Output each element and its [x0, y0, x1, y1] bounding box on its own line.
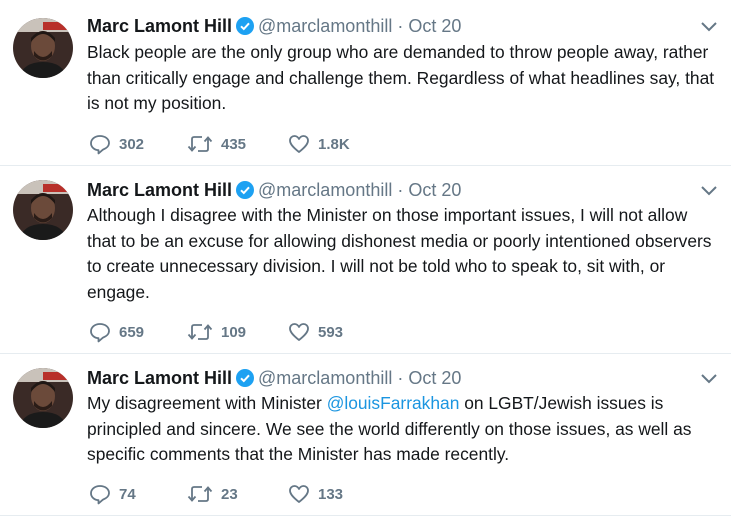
- author-name[interactable]: Marc Lamont Hill: [87, 16, 232, 36]
- tweet-timestamp[interactable]: Oct 20: [408, 16, 461, 36]
- retweet-count: 435: [221, 135, 247, 153]
- heart-icon: [288, 133, 310, 155]
- like-count: 133: [318, 485, 344, 503]
- retweet-icon: [187, 321, 213, 343]
- reply-icon: [89, 133, 111, 155]
- reply-button[interactable]: 302: [89, 133, 144, 155]
- tweet-text: Black people are the only group who are …: [87, 42, 715, 113]
- tweet-header: Marc Lamont Hill @marclamonthill · Oct 20: [87, 366, 461, 393]
- like-button[interactable]: 1.8K: [288, 133, 350, 155]
- like-count: 593: [318, 323, 344, 341]
- author-handle[interactable]: @marclamonthill: [258, 16, 392, 36]
- heart-icon: [288, 321, 310, 343]
- like-button[interactable]: 593: [288, 321, 343, 343]
- author-name[interactable]: Marc Lamont Hill: [87, 180, 232, 200]
- retweet-icon: [187, 133, 213, 155]
- retweet-button[interactable]: 435: [187, 133, 246, 155]
- tweet-timestamp[interactable]: Oct 20: [408, 368, 461, 388]
- tweet[interactable]: Marc Lamont Hill @marclamonthill · Oct 20 B…: [0, 0, 731, 166]
- tweet-header: Marc Lamont Hill @marclamonthill · Oct 20: [87, 178, 461, 205]
- reply-icon: [89, 483, 111, 505]
- avatar[interactable]: [13, 18, 73, 78]
- reply-count: 302: [119, 135, 145, 153]
- like-button[interactable]: 133: [288, 483, 343, 505]
- avatar[interactable]: [13, 180, 73, 240]
- heart-icon: [288, 483, 310, 505]
- separator: ·: [397, 368, 404, 388]
- chevron-down-icon[interactable]: [699, 372, 719, 386]
- separator: ·: [397, 180, 404, 200]
- retweet-count: 23: [221, 485, 238, 503]
- tweet-timestamp[interactable]: Oct 20: [408, 180, 461, 200]
- verified-badge-icon: [236, 17, 255, 41]
- separator: ·: [397, 16, 404, 36]
- retweet-button[interactable]: 23: [187, 483, 238, 505]
- reply-count: 659: [119, 323, 145, 341]
- author-handle[interactable]: @marclamonthill: [258, 368, 392, 388]
- retweet-button[interactable]: 109: [187, 321, 246, 343]
- tweet[interactable]: Marc Lamont Hill @marclamonthill · Oct 20 A…: [0, 166, 731, 354]
- like-count: 1.8K: [318, 135, 350, 153]
- mention-link[interactable]: @louisFarrakhan: [327, 393, 460, 413]
- tweet-text: My disagreement with Minister @louisFarr…: [87, 391, 717, 468]
- avatar[interactable]: [13, 368, 73, 428]
- author-name[interactable]: Marc Lamont Hill: [87, 368, 232, 388]
- reply-count: 74: [119, 485, 136, 503]
- tweet-text-start: My disagreement with Minister: [87, 393, 327, 413]
- tweet-header: Marc Lamont Hill @marclamonthill · Oct 20: [87, 14, 461, 41]
- reply-button[interactable]: 74: [89, 483, 136, 505]
- verified-badge-icon: [236, 181, 255, 205]
- tweet-feed: Marc Lamont Hill @marclamonthill · Oct 20 B…: [0, 0, 731, 524]
- chevron-down-icon[interactable]: [699, 184, 719, 198]
- retweet-icon: [187, 483, 213, 505]
- reply-button[interactable]: 659: [89, 321, 144, 343]
- reply-icon: [89, 321, 111, 343]
- author-handle[interactable]: @marclamonthill: [258, 180, 392, 200]
- tweet[interactable]: Marc Lamont Hill @marclamonthill · Oct 20 M…: [0, 354, 731, 516]
- tweet-text: Although I disagree with the Minister on…: [87, 205, 712, 302]
- verified-badge-icon: [236, 369, 255, 393]
- retweet-count: 109: [221, 323, 247, 341]
- chevron-down-icon[interactable]: [699, 20, 719, 34]
